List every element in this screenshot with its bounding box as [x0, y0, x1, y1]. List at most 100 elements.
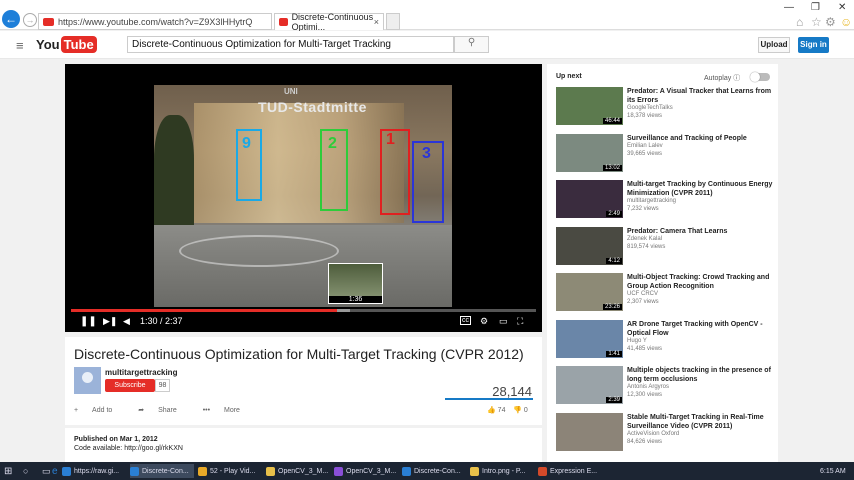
- duration-badge: 1:41: [606, 350, 622, 357]
- video-player[interactable]: UNI TUD-Stadtmitte 9 2 1 3 1:36 ❚❚ ▶❚ ◀ …: [65, 64, 542, 332]
- search-input[interactable]: Discrete-Continuous Optimization for Mul…: [127, 36, 454, 53]
- recommended-views: 12,300 views: [627, 392, 663, 398]
- recommended-title[interactable]: Multiple objects tracking in the presenc…: [627, 366, 777, 384]
- captions-icon[interactable]: cc: [460, 316, 471, 325]
- theater-mode-icon[interactable]: ▭: [499, 316, 508, 327]
- taskbar-app[interactable]: OpenCV_3_M...: [266, 464, 330, 478]
- taskbar-app[interactable]: 52 - Play Vid...: [198, 464, 262, 478]
- recommended-video[interactable]: 2:39 Multiple objects tracking in the pre…: [556, 366, 776, 406]
- taskbar-app-label: Discrete-Con...: [414, 467, 461, 475]
- more-button[interactable]: ••• More: [203, 407, 252, 414]
- app-icon: [538, 466, 547, 476]
- recommended-title[interactable]: Multi-Object Tracking: Crowd Tracking an…: [627, 273, 777, 291]
- restore-icon[interactable]: ❐: [811, 2, 820, 13]
- tab-youtube[interactable]: Discrete-Continuous Optimi... ×: [274, 12, 384, 32]
- search-button[interactable]: ⚲: [454, 36, 489, 53]
- video-thumbnail[interactable]: 2:39: [556, 366, 623, 404]
- youtube-logo[interactable]: You Tube: [36, 36, 97, 53]
- plus-icon: +: [74, 407, 81, 414]
- channel-avatar[interactable]: [74, 367, 101, 394]
- time-display: 1:30 / 2:37: [140, 316, 183, 326]
- video-actions: + Add to ➦ Share ••• More: [74, 406, 264, 414]
- recommended-video[interactable]: Stable Multi-Target Tracking in Real-Tim…: [556, 412, 777, 453]
- share-button[interactable]: ➦ Share: [138, 407, 189, 414]
- channel-name[interactable]: multitargettracking: [105, 368, 177, 377]
- taskbar-app[interactable]: Expression E...: [538, 464, 602, 478]
- subscribe-button[interactable]: Subscribe: [105, 379, 155, 392]
- recommended-views: 41,485 views: [627, 345, 663, 352]
- storefront: [194, 103, 404, 223]
- recommended-title[interactable]: AR Drone Target Tracking with OpenCV - O…: [627, 320, 777, 338]
- taskbar-app[interactable]: https://raw.gi...: [62, 464, 126, 478]
- smiley-feedback-icon[interactable]: ☺: [840, 15, 852, 29]
- search-icon: ⚲: [467, 37, 476, 48]
- recommended-title[interactable]: Predator: Camera That Learns: [627, 227, 777, 236]
- recommended-video[interactable]: 1:41 AR Drone Target Tracking with OpenCV…: [556, 319, 777, 360]
- track-label: 3: [422, 145, 431, 162]
- recommended-channel: multitargettracking: [627, 198, 677, 204]
- minimize-icon[interactable]: —: [784, 2, 794, 13]
- forward-button[interactable]: →: [23, 13, 37, 27]
- youtube-header: ≡ You Tube Discrete-Continuous Optimizati…: [0, 31, 854, 59]
- progress-played: [71, 309, 338, 312]
- back-button[interactable]: ←: [2, 10, 20, 28]
- dislike-button[interactable]: 👎 0: [513, 407, 528, 414]
- add-to-button[interactable]: + Add to: [74, 407, 124, 414]
- recommended-title[interactable]: Predator: A Visual Tracker that Learns f…: [627, 87, 777, 105]
- next-icon[interactable]: ▶❚: [103, 316, 117, 327]
- taskbar-app[interactable]: Discrete-Con...: [130, 464, 194, 478]
- like-button[interactable]: 👍 74: [487, 407, 505, 414]
- favorites-star-icon[interactable]: ☆: [811, 15, 822, 29]
- address-bar[interactable]: https://www.youtube.com/watch?v=Z9X3lHHy…: [38, 13, 272, 30]
- recommended-video[interactable]: 2:49 Multi-target Tracking by Continuous …: [556, 180, 776, 220]
- settings-icon[interactable]: ⚙: [480, 316, 488, 327]
- subscribe-label: Subscribe: [114, 382, 146, 389]
- autoplay-toggle[interactable]: [750, 72, 770, 82]
- pause-icon[interactable]: ❚❚: [80, 316, 97, 327]
- guide-menu-icon[interactable]: ≡: [16, 38, 24, 53]
- video-thumbnail[interactable]: 2:49: [556, 180, 623, 218]
- home-icon[interactable]: ⌂: [796, 15, 803, 29]
- app-icon: [130, 466, 139, 476]
- recommended-video[interactable]: 46:44 Predator: A Visual Tracker that Lea…: [556, 87, 776, 127]
- upload-button[interactable]: Upload: [758, 37, 790, 53]
- close-window-icon[interactable]: ✕: [838, 2, 846, 13]
- edge-icon[interactable]: e: [52, 464, 58, 478]
- video-thumbnail[interactable]: 13:02: [556, 133, 623, 172]
- sign-in-button[interactable]: Sign in: [798, 37, 829, 53]
- player-controls: ❚❚ ▶❚ ◀ 1:30 / 2:37 cc ⚙ ▭ ⛶: [65, 314, 542, 332]
- new-tab-button[interactable]: [386, 13, 400, 30]
- duration-badge: 4:12: [606, 257, 622, 264]
- share-arrow-icon: ➦: [138, 407, 147, 414]
- recommended-views: 2,307 views: [627, 299, 659, 305]
- recommended-title[interactable]: Multi-target Tracking by Continuous Ener…: [627, 180, 777, 198]
- recommended-video[interactable]: 23:26 Multi-Object Tracking: Crowd Tracki…: [556, 273, 776, 313]
- subscriber-count: 98: [155, 379, 170, 392]
- tab-close-icon[interactable]: ×: [374, 17, 379, 27]
- taskbar-app-label: https://raw.gi...: [74, 467, 120, 475]
- thumbs-up-icon: 👍: [487, 407, 496, 414]
- video-thumbnail[interactable]: 23:26: [556, 273, 623, 311]
- task-view-icon[interactable]: ▭: [42, 464, 51, 478]
- recommended-title[interactable]: Stable Multi-Target Tracking in Real-Tim…: [627, 413, 777, 431]
- recommended-channel: ActiveVision Oxford: [627, 430, 680, 437]
- recommended-video[interactable]: 13:02 Surveillance and Tracking of People…: [556, 133, 777, 174]
- video-thumbnail[interactable]: 4:12: [556, 226, 623, 265]
- taskbar-app[interactable]: Intro.png - P...: [470, 464, 534, 478]
- video-thumbnail[interactable]: 46:44: [556, 87, 623, 125]
- search-circle-icon[interactable]: ○: [23, 464, 28, 478]
- recommended-video[interactable]: 4:12 Predator: Camera That Learns Zdenek K…: [556, 226, 777, 267]
- taskbar-app[interactable]: Discrete-Con...: [402, 464, 466, 478]
- volume-icon[interactable]: ◀: [123, 316, 130, 327]
- fullscreen-icon[interactable]: ⛶: [517, 316, 523, 327]
- recommended-title[interactable]: Surveillance and Tracking of People: [627, 134, 777, 143]
- video-thumbnail[interactable]: [556, 412, 623, 451]
- taskbar-app[interactable]: OpenCV_3_M...: [334, 464, 398, 478]
- video-title: Discrete-Continuous Optimization for Mul…: [74, 346, 524, 362]
- start-windows-icon[interactable]: ⊞: [4, 464, 12, 478]
- progress-bar[interactable]: [71, 309, 536, 312]
- settings-gear-icon[interactable]: ⚙: [825, 15, 836, 29]
- description-text: Code available: http://goo.gl/rkKXN: [74, 445, 183, 452]
- app-icon: [334, 466, 343, 476]
- video-thumbnail[interactable]: 1:41: [556, 319, 623, 358]
